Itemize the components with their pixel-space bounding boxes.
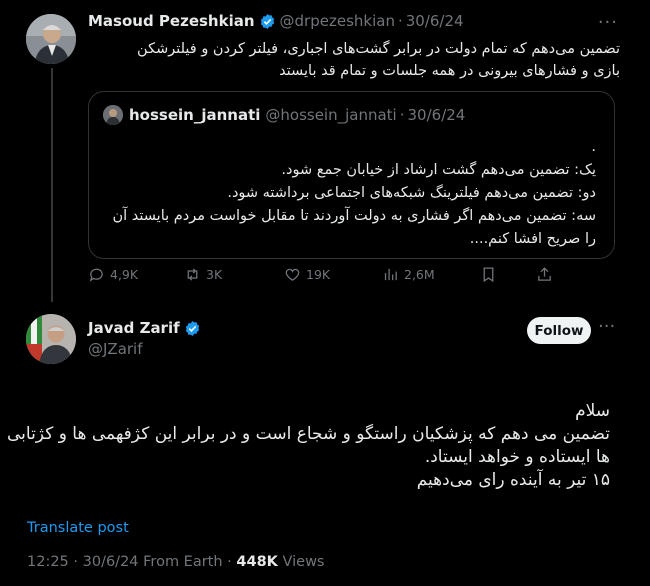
text-line: ۱۵ تیر به آینده رای می‌دهیم xyxy=(416,470,610,490)
quoted-tweet-card[interactable]: hossein_jannati @hossein_jannati · 30/6/… xyxy=(88,91,615,259)
tweet-time[interactable]: 12:25 xyxy=(27,554,69,570)
parent-author-name[interactable]: Masoud Pezeshkian xyxy=(88,12,255,30)
repost-count: 3K xyxy=(206,267,223,282)
verified-badge-icon xyxy=(260,13,274,29)
parent-author-avatar[interactable] xyxy=(26,14,76,64)
quoted-author-name: hossein_jannati xyxy=(129,106,261,124)
parent-author-handle[interactable]: @drpezeshkian xyxy=(280,12,395,30)
parent-more-options-button[interactable]: ··· xyxy=(598,12,618,33)
text-line: یک: تضمین می‌دهم گشت ارشاد از خیابان جمع… xyxy=(281,162,596,178)
separator-dot: · xyxy=(73,554,79,570)
text-line: بازی و فشارهای بیرونی در همه جلسات و تما… xyxy=(279,63,620,79)
thread-connector-line xyxy=(51,68,53,302)
separator-dot: · xyxy=(399,106,405,124)
parent-tweet-date[interactable]: 30/6/24 xyxy=(406,12,464,30)
reply-icon xyxy=(89,268,103,282)
reply-count: 4,9K xyxy=(110,267,139,282)
parent-tweet-action-bar: 4,9K 3K 19K 2,6M xyxy=(88,266,568,288)
quoted-tweet-text: . یک: تضمین می‌دهم گشت ارشاد از خیابان ج… xyxy=(112,136,596,251)
separator-dot: · xyxy=(397,12,403,30)
parent-tweet-header: Masoud Pezeshkian @drpezeshkian · 30/6/2… xyxy=(88,12,464,30)
quoted-author-handle: @hossein_jannati xyxy=(265,106,397,124)
text-line: . xyxy=(591,139,596,155)
main-more-options-button[interactable]: ··· xyxy=(598,316,615,337)
reply-button[interactable]: 4,9K xyxy=(88,266,138,283)
text-line: سلام xyxy=(575,401,610,421)
repost-icon xyxy=(187,268,198,281)
tweet-source: From Earth xyxy=(143,554,223,570)
tweet-metadata: 12:25 · 30/6/24 From Earth · 448K Views xyxy=(27,554,324,570)
like-count: 19K xyxy=(306,267,331,282)
bookmark-button[interactable] xyxy=(480,266,497,283)
text-line: تضمین می دهم که پزشکیان راستگو و شجاع اس… xyxy=(7,424,610,444)
bookmark-icon xyxy=(483,267,494,283)
text-line: ها ایستاده و خواهد ایستاد. xyxy=(424,447,610,467)
main-author-handle[interactable]: @JZarif xyxy=(88,340,143,358)
follow-button[interactable]: Follow xyxy=(527,317,591,344)
tweet-views-label: Views xyxy=(282,554,325,570)
verified-badge-icon xyxy=(185,320,199,336)
repost-button[interactable]: 3K xyxy=(184,266,222,283)
main-tweet-text: سلام تضمین می دهم که پزشکیان راستگو و شج… xyxy=(7,400,610,492)
main-author-name-row: Javad Zarif xyxy=(88,319,205,337)
main-author-avatar[interactable] xyxy=(26,314,76,364)
tweet-date[interactable]: 30/6/24 xyxy=(83,554,139,570)
text-line: را صریح افشا کنم.... xyxy=(469,231,596,247)
views-count: 2,6M xyxy=(404,267,435,282)
share-button[interactable] xyxy=(536,266,553,287)
quoted-author-avatar xyxy=(103,105,123,125)
text-line: تضمین می‌دهم که تمام دولت در برابر گشت‌ه… xyxy=(137,41,620,57)
like-icon xyxy=(285,268,300,281)
text-line: دو: تضمین می‌دهم فیلترینگ شبکه‌های اجتما… xyxy=(227,185,596,201)
views-icon xyxy=(384,268,397,281)
parent-tweet-text: تضمین می‌دهم که تمام دولت در برابر گشت‌ه… xyxy=(80,38,620,82)
views-button[interactable]: 2,6M xyxy=(382,266,435,283)
share-icon xyxy=(538,267,551,281)
translate-post-link[interactable]: Translate post xyxy=(27,520,129,536)
quoted-tweet-header: hossein_jannati @hossein_jannati · 30/6/… xyxy=(103,105,465,125)
quoted-tweet-date: 30/6/24 xyxy=(407,106,466,124)
tweet-views-count[interactable]: 448K xyxy=(236,554,278,570)
separator-dot: · xyxy=(227,554,232,570)
like-button[interactable]: 19K xyxy=(284,266,330,283)
text-line: سه: تضمین می‌دهم اگر فشاری به دولت آوردن… xyxy=(112,208,596,224)
main-author-name[interactable]: Javad Zarif xyxy=(88,319,180,337)
